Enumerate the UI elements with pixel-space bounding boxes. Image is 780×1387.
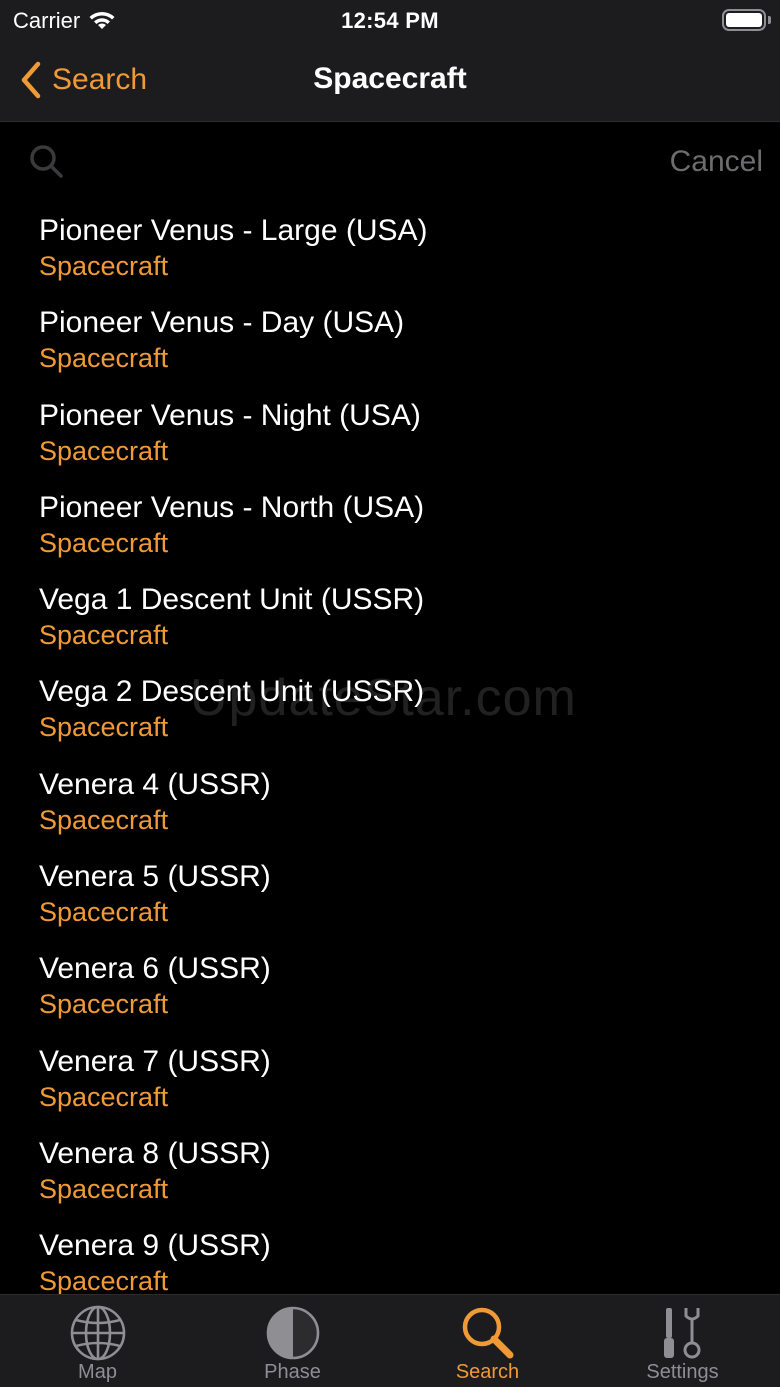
item-subtitle: Spacecraft [39,435,169,466]
item-title: Venera 4 (USSR) [39,767,271,801]
item-subtitle: Spacecraft [39,1173,169,1204]
list-item[interactable]: Vega 1 Descent Unit (USSR) Spacecraft [0,574,780,666]
list-item[interactable]: Venera 9 (USSR) Spacecraft [0,1220,780,1295]
list-item[interactable]: Vega 2 Descent Unit (USSR) Spacecraft [0,666,780,758]
battery-cap [768,16,771,24]
item-title: Venera 9 (USSR) [39,1229,271,1263]
tab-settings[interactable]: Settings [585,1295,780,1387]
item-title: Pioneer Venus - North (USA) [39,490,425,524]
item-title: Vega 2 Descent Unit (USSR) [39,675,425,709]
item-title: Venera 6 (USSR) [39,952,271,986]
page-title: Spacecraft [313,62,467,95]
item-title: Pioneer Venus - Night (USA) [39,398,421,432]
tab-phase[interactable]: Phase [195,1295,390,1387]
tab-search[interactable]: Search [390,1295,585,1387]
search-icon [460,1303,516,1363]
globe-icon [69,1303,127,1363]
list-item[interactable]: Pioneer Venus - Night (USA) Spacecraft [0,390,780,482]
item-subtitle: Spacecraft [39,343,169,374]
item-subtitle: Spacecraft [39,804,169,835]
search-input[interactable] [80,141,640,185]
search-bar: Cancel [0,123,780,201]
list-item[interactable]: Venera 7 (USSR) Spacecraft [0,1036,780,1128]
list-item[interactable]: Venera 4 (USSR) Spacecraft [0,759,780,851]
tab-map[interactable]: Map [0,1295,195,1387]
item-subtitle: Spacecraft [39,1266,169,1295]
list-item[interactable]: Pioneer Venus - Day (USA) Spacecraft [0,297,780,389]
search-icon [28,143,64,184]
item-subtitle: Spacecraft [39,712,169,743]
navigation-bar: Search Spacecraft [0,40,780,122]
list-item[interactable]: Pioneer Venus - Large (USA) Spacecraft [0,205,780,297]
list-item[interactable]: Venera 8 (USSR) Spacecraft [0,1128,780,1220]
item-title: Venera 8 (USSR) [39,1136,271,1170]
item-title: Pioneer Venus - Day (USA) [39,306,405,340]
battery-icon [722,9,766,31]
tab-label: Settings [646,1361,719,1383]
list-item[interactable]: Venera 5 (USSR) Spacecraft [0,851,780,943]
item-subtitle: Spacecraft [39,989,169,1020]
tab-label: Map [78,1361,117,1383]
status-bar: Carrier 12:54 PM [0,0,780,40]
item-subtitle: Spacecraft [39,1081,169,1112]
tab-label: Phase [264,1361,321,1383]
list-item[interactable]: Pioneer Venus - North (USA) Spacecraft [0,482,780,574]
item-title: Vega 1 Descent Unit (USSR) [39,583,425,617]
tab-label: Search [455,1361,520,1383]
item-title: Venera 5 (USSR) [39,860,271,894]
tools-icon [658,1303,708,1363]
item-title: Pioneer Venus - Large (USA) [39,214,428,247]
cancel-button[interactable]: Cancel [670,145,763,179]
tab-bar: Map Phase Search Settings [0,1294,780,1387]
status-time: 12:54 PM [341,8,439,33]
item-subtitle: Spacecraft [39,527,169,558]
item-subtitle: Spacecraft [39,620,169,651]
results-list: Pioneer Venus - Large (USA) Spacecraft P… [0,205,780,1295]
item-title: Venera 7 (USSR) [39,1044,271,1078]
item-subtitle: Spacecraft [39,897,169,928]
list-item[interactable]: Venera 6 (USSR) Spacecraft [0,943,780,1035]
moon-phase-icon [265,1303,321,1363]
item-subtitle: Spacecraft [39,251,169,281]
